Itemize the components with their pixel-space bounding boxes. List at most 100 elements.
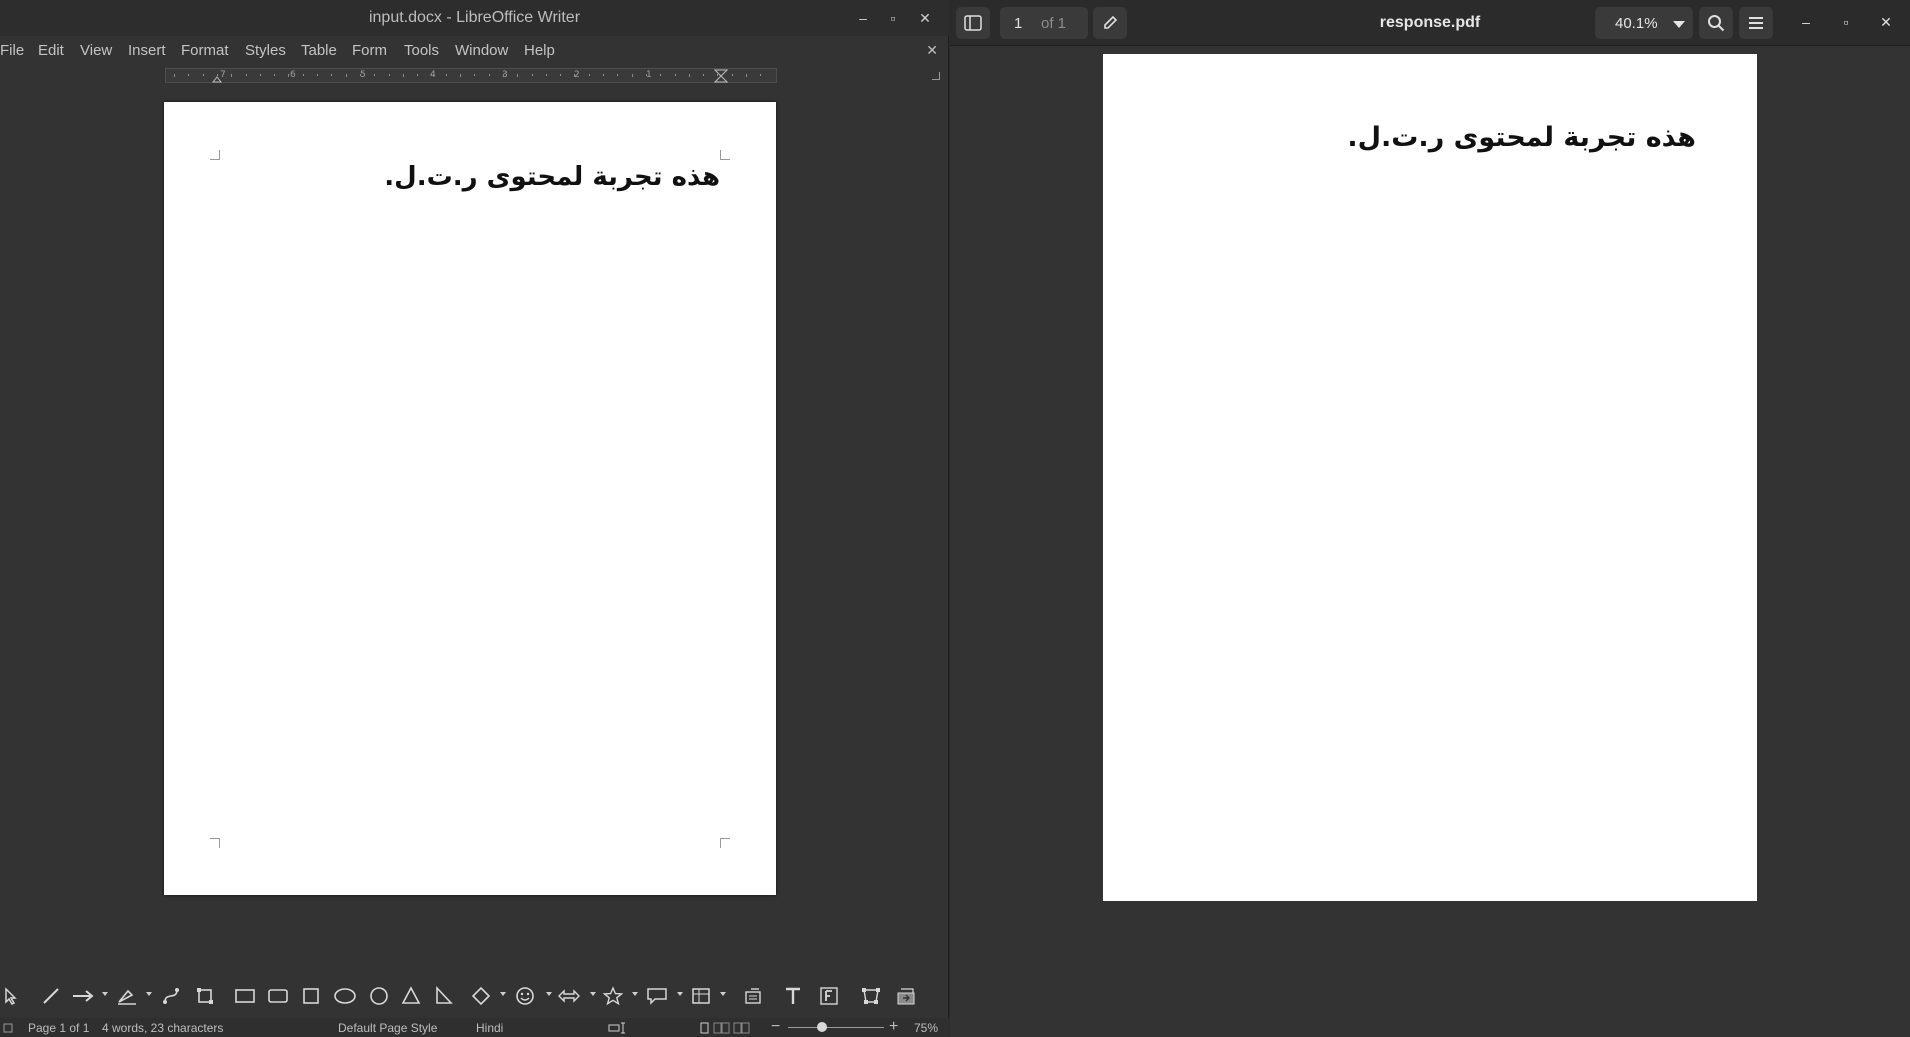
menu-format[interactable]: Format (181, 42, 229, 59)
text-box-tool-icon[interactable] (780, 983, 806, 1009)
transformation-tool-icon[interactable] (192, 983, 218, 1009)
triangle-tool-icon[interactable] (398, 983, 424, 1009)
points-tool-icon[interactable] (858, 983, 884, 1009)
zoom-in-icon[interactable]: + (889, 1018, 898, 1036)
minimize-icon[interactable]: – (1796, 12, 1816, 32)
ruler-tick (188, 74, 190, 76)
symbol-shapes-tool-icon[interactable] (512, 983, 538, 1009)
toggle-extrusion-tool-icon[interactable] (893, 983, 919, 1009)
ruler-tick (302, 74, 304, 76)
ruler-tick (445, 74, 447, 76)
ruler-tick (274, 74, 276, 76)
text-wrap-tool-icon[interactable] (740, 983, 766, 1009)
close-document-icon[interactable]: ✕ (926, 42, 938, 59)
maximize-icon[interactable]: ▫ (1836, 12, 1856, 32)
menu-table[interactable]: Table (301, 42, 337, 59)
pdf-paragraph: هذه تجربة لمحتوى ر.ت.ل. (1347, 122, 1696, 153)
block-arrows-tool-icon[interactable] (556, 983, 582, 1009)
curve-tool-icon[interactable] (114, 983, 140, 1009)
document-modified-icon[interactable] (3, 1023, 13, 1033)
ruler-tick (374, 74, 376, 76)
pdf-page[interactable]: هذه تجربة لمحتوى ر.ت.ل. (1103, 54, 1757, 901)
zoom-slider-handle[interactable] (817, 1022, 827, 1032)
callouts-tool-icon[interactable] (644, 983, 670, 1009)
menu-insert[interactable]: Insert (128, 42, 166, 59)
arrow-line-tool-icon[interactable] (70, 983, 96, 1009)
pdf-viewer-window: 1 of 1 response.pdf 40.1% – ▫ ✕ هذه تجرب… (950, 0, 1910, 1037)
ruler-tick (688, 74, 690, 77)
menu-styles[interactable]: Styles (245, 42, 286, 59)
minimize-icon[interactable]: – (853, 8, 873, 28)
view-layout-icon[interactable] (700, 1022, 752, 1034)
zoom-value: 40.1% (1615, 15, 1658, 32)
ellipse-tool-icon[interactable] (332, 983, 358, 1009)
close-icon[interactable]: ✕ (1876, 12, 1896, 32)
ruler-tick (588, 74, 590, 76)
ruler-tick (474, 74, 476, 76)
table-dropdown-icon[interactable] (720, 992, 726, 996)
stars-dropdown-icon[interactable] (632, 992, 638, 996)
status-word-count[interactable]: 4 words, 23 characters (102, 1021, 223, 1035)
line-tool-icon[interactable] (38, 983, 64, 1009)
zoom-dropdown[interactable]: 40.1% (1595, 7, 1693, 39)
text-selection-mode-icon[interactable] (608, 1022, 630, 1034)
menu-tools[interactable]: Tools (404, 42, 439, 59)
square-tool-icon[interactable] (298, 983, 324, 1009)
ruler-tick (631, 74, 633, 77)
zoom-slider[interactable] (788, 1027, 884, 1028)
document-paragraph[interactable]: هذه تجربة لمحتوى ر.ت.ل. (220, 162, 720, 192)
fontwork-tool-icon[interactable] (816, 983, 842, 1009)
symbol-shapes-dropdown-icon[interactable] (546, 992, 552, 996)
ruler-tick (545, 74, 547, 76)
table-tool-icon[interactable] (688, 983, 714, 1009)
curve-dropdown-icon[interactable] (146, 992, 152, 996)
margin-corner-mark (210, 838, 220, 848)
writer-page[interactable]: هذه تجربة لمحتوى ر.ت.ل. (164, 102, 776, 895)
ruler-tick (174, 74, 175, 77)
block-arrows-dropdown-icon[interactable] (590, 992, 596, 996)
stars-tool-icon[interactable] (600, 983, 626, 1009)
writer-window: input.docx - LibreOffice Writer – ▫ ✕ Fi… (0, 0, 949, 1037)
writer-titlebar: input.docx - LibreOffice Writer – ▫ ✕ (0, 0, 949, 36)
search-button[interactable] (1699, 7, 1733, 39)
status-page[interactable]: Page 1 of 1 (28, 1021, 89, 1035)
connector-tool-icon[interactable] (158, 983, 184, 1009)
zoom-out-icon[interactable]: − (771, 1018, 780, 1036)
rectangle-tool-icon[interactable] (232, 983, 258, 1009)
right-triangle-tool-icon[interactable] (431, 983, 457, 1009)
ruler-left-indent-marker-icon[interactable] (210, 69, 224, 83)
ruler-tick (331, 74, 333, 76)
ruler-tick (345, 74, 347, 77)
main-menu-button[interactable] (1739, 7, 1773, 39)
ruler-tick (603, 74, 604, 76)
search-icon (1708, 15, 1725, 32)
ruler-tick (402, 74, 404, 77)
menu-edit[interactable]: Edit (38, 42, 64, 59)
circle-tool-icon[interactable] (366, 983, 392, 1009)
status-language[interactable]: Hindi (476, 1021, 503, 1035)
menu-window[interactable]: Window (455, 42, 508, 59)
close-icon[interactable]: ✕ (915, 8, 935, 28)
menu-file[interactable]: File (0, 42, 24, 59)
viewer-headerbar: 1 of 1 response.pdf 40.1% – ▫ ✕ (950, 0, 1910, 46)
callouts-dropdown-icon[interactable] (677, 992, 683, 996)
ruler-indent-marker-icon[interactable] (714, 69, 728, 83)
ruler-tick (731, 74, 733, 76)
menu-view[interactable]: View (80, 42, 112, 59)
status-page-style[interactable]: Default Page Style (338, 1021, 437, 1035)
horizontal-ruler[interactable]: 7 6 5 4 3 2 1 (165, 68, 777, 83)
select-tool-icon[interactable] (0, 983, 24, 1009)
arrow-dropdown-icon[interactable] (102, 992, 108, 996)
menu-help[interactable]: Help (524, 42, 555, 59)
basic-shapes-dropdown-icon[interactable] (500, 992, 506, 996)
ruler-number: 6 (290, 70, 296, 80)
maximize-icon[interactable]: ▫ (883, 8, 903, 28)
ruler-tick (259, 74, 261, 76)
rounded-rectangle-tool-icon[interactable] (265, 983, 291, 1009)
basic-shapes-tool-icon[interactable] (468, 983, 494, 1009)
ruler-tick (502, 74, 504, 76)
status-zoom[interactable]: 75% (914, 1021, 938, 1035)
ruler-tick (288, 74, 290, 77)
menu-form[interactable]: Form (352, 42, 387, 59)
ruler-tick (216, 74, 218, 76)
